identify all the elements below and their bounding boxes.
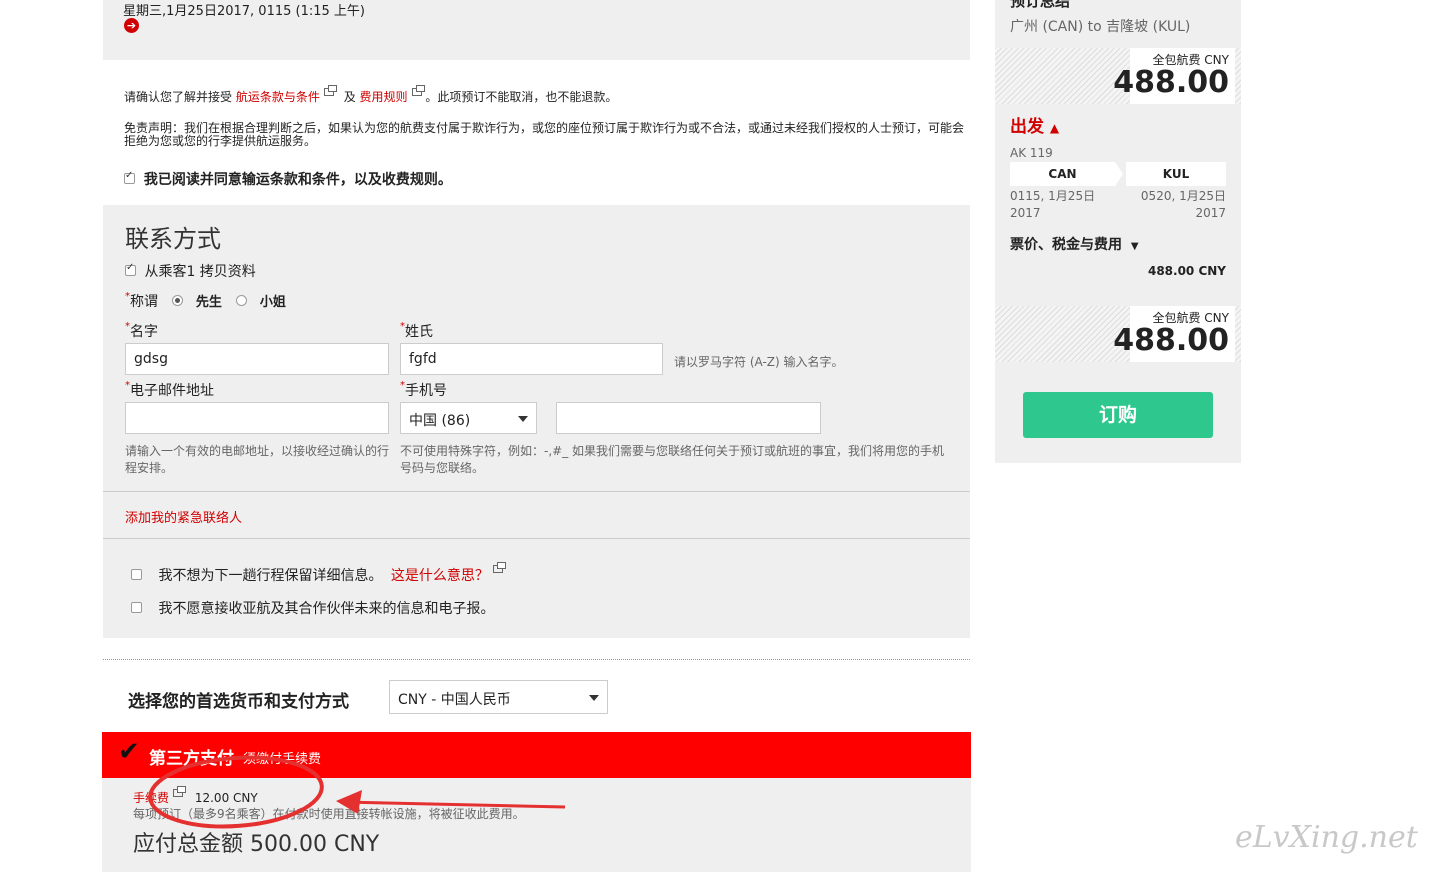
ms-label: 小姐 (259, 295, 286, 310)
arrow-right-icon[interactable]: ➔ (124, 18, 139, 33)
country-code-value: 中国 (86) (409, 413, 471, 429)
price-box: 全包航费 CNY 488.00 (995, 48, 1241, 104)
terms-prefix: 请确认您了解并接受 (124, 90, 233, 104)
contact-panel: 联系方式 从乘客1 拷贝资料 *称谓 先生 小姐 *名字 gdsg *姓氏 fg… (103, 205, 970, 638)
arrive-time: 0520, 1月25日 2017 (1140, 189, 1226, 220)
disclaimer: 免责声明：我们在根据合理判断之后，如果认为您的航费支付属于欺诈行为，或您的座位预… (124, 121, 965, 148)
chevron-down-icon (589, 695, 599, 701)
currency-value: CNY - 中国人民币 (398, 692, 511, 708)
no-save-checkbox[interactable] (131, 569, 142, 580)
payment-label: 选择您的首选货币和支付方式 (128, 692, 349, 712)
summary-route: 广州 (CAN) to 吉隆坡 (KUL) (1010, 19, 1191, 35)
email-label: *电子邮件地址 (125, 380, 214, 399)
fare-value: 488.00 CNY (1147, 264, 1226, 278)
phone-label: *手机号 (400, 380, 447, 399)
last-name-input[interactable]: fgfd (400, 343, 663, 375)
flight-number: AK 119 (1010, 146, 1053, 160)
annotation-overlay (148, 755, 566, 829)
no-newsletter-label: 我不愿意接收亚航及其合作伙伴未来的信息和电子报。 (158, 601, 495, 617)
currency-select[interactable]: CNY - 中国人民币 (389, 680, 608, 714)
to-code: KUL (1126, 162, 1226, 186)
terms-and: 及 (343, 90, 356, 104)
mr-label: 先生 (195, 295, 222, 310)
divider (103, 491, 970, 492)
fare-toggle[interactable]: 票价、税金与费用 ▼ (1010, 234, 1139, 254)
phone-input[interactable] (556, 402, 821, 434)
fee-rules-link[interactable]: 费用规则 (360, 90, 408, 104)
depart-time: 0115, 1月25日 2017 (1010, 189, 1096, 220)
copy-row: 从乘客1 拷贝资料 (125, 261, 256, 281)
all-in-value-2: 488.00 (1113, 323, 1229, 358)
all-in-value: 488.00 (1113, 65, 1229, 100)
agree-row: 我已阅读并同意输运条款和条件，以及收费规则。 (124, 169, 452, 189)
flight-date: 星期三,1月25日2017, 0115 (1:15 上午) (123, 4, 365, 19)
contact-title: 联系方式 (125, 225, 221, 253)
external-link-icon (323, 85, 337, 96)
mr-radio[interactable] (172, 295, 184, 306)
first-name-label: *名字 (125, 321, 158, 340)
agree-label: 我已阅读并同意输运条款和条件，以及收费规则。 (143, 172, 452, 188)
country-code-select[interactable]: 中国 (86) (400, 402, 537, 434)
fare-label: 票价、税金与费用 (1010, 237, 1122, 253)
caret-down-icon: ▼ (1130, 241, 1139, 252)
email-hint: 请输入一个有效的电邮地址，以接收经过确认的行程安排。 (125, 444, 390, 475)
external-link-icon (411, 85, 425, 96)
terms-line: 请确认您了解并接受 航运条款与条件 及 费用规则 。此项预订不能取消，也不能退款… (124, 85, 618, 105)
book-button[interactable]: 订购 (1023, 392, 1213, 438)
last-name-label: *姓氏 (400, 321, 433, 340)
external-link-icon (492, 562, 506, 573)
agree-checkbox[interactable] (124, 170, 135, 184)
chevron-up-icon: ▲ (1049, 121, 1060, 135)
route-arrow (1115, 162, 1123, 186)
watermark: eLvXing.net (1235, 820, 1418, 855)
name-hint: 请以罗马字符 (A-Z) 输入名字。 (674, 355, 844, 369)
depart-toggle[interactable]: 出发 ▲ (1010, 112, 1059, 137)
option-row-2: 我不愿意接收亚航及其合作伙伴未来的信息和电子报。 (131, 598, 494, 618)
salutation-label: 称谓 (130, 294, 158, 310)
email-input[interactable] (125, 402, 389, 434)
chevron-down-icon (518, 416, 528, 422)
route-bar: CAN KUL (1010, 162, 1226, 186)
depart-label: 出发 (1010, 117, 1044, 137)
option-row-1: 我不想为下一趟行程保留详细信息。 这是什么意思？ (131, 562, 506, 585)
flight-date-panel: 星期三,1月25日2017, 0115 (1:15 上午) ➔ (103, 0, 970, 60)
dotted-separator (103, 659, 970, 660)
price-box-2: 全包航费 CNY 488.00 (995, 306, 1241, 362)
first-name-input[interactable]: gdsg (125, 343, 389, 375)
terms-suffix: 。此项预订不能取消，也不能退款。 (425, 90, 618, 104)
summary-title: 预订总结 (1010, 0, 1071, 10)
from-code: CAN (1010, 162, 1115, 186)
copy-checkbox[interactable] (125, 262, 136, 276)
salutation-row: *称谓 先生 小姐 (125, 291, 286, 310)
booking-summary: 预订总结 广州 (CAN) to 吉隆坡 (KUL) 全包航费 CNY 488.… (995, 0, 1241, 463)
ms-radio[interactable] (236, 295, 248, 306)
divider (103, 538, 970, 539)
no-save-label: 我不想为下一趟行程保留详细信息。 (158, 568, 383, 584)
terms-link[interactable]: 航运条款与条件 (236, 90, 320, 104)
no-newsletter-checkbox[interactable] (131, 602, 142, 613)
emergency-contact-link[interactable]: 添加我的紧急联络人 (125, 507, 242, 526)
phone-hint: 不可使用特殊字符，例如：-,#_ 如果我们需要与您联络任何关于预订或航班的事宜，… (400, 444, 945, 475)
what-means-link[interactable]: 这是什么意思？ (391, 568, 489, 584)
copy-label: 从乘客1 拷贝资料 (144, 264, 256, 280)
